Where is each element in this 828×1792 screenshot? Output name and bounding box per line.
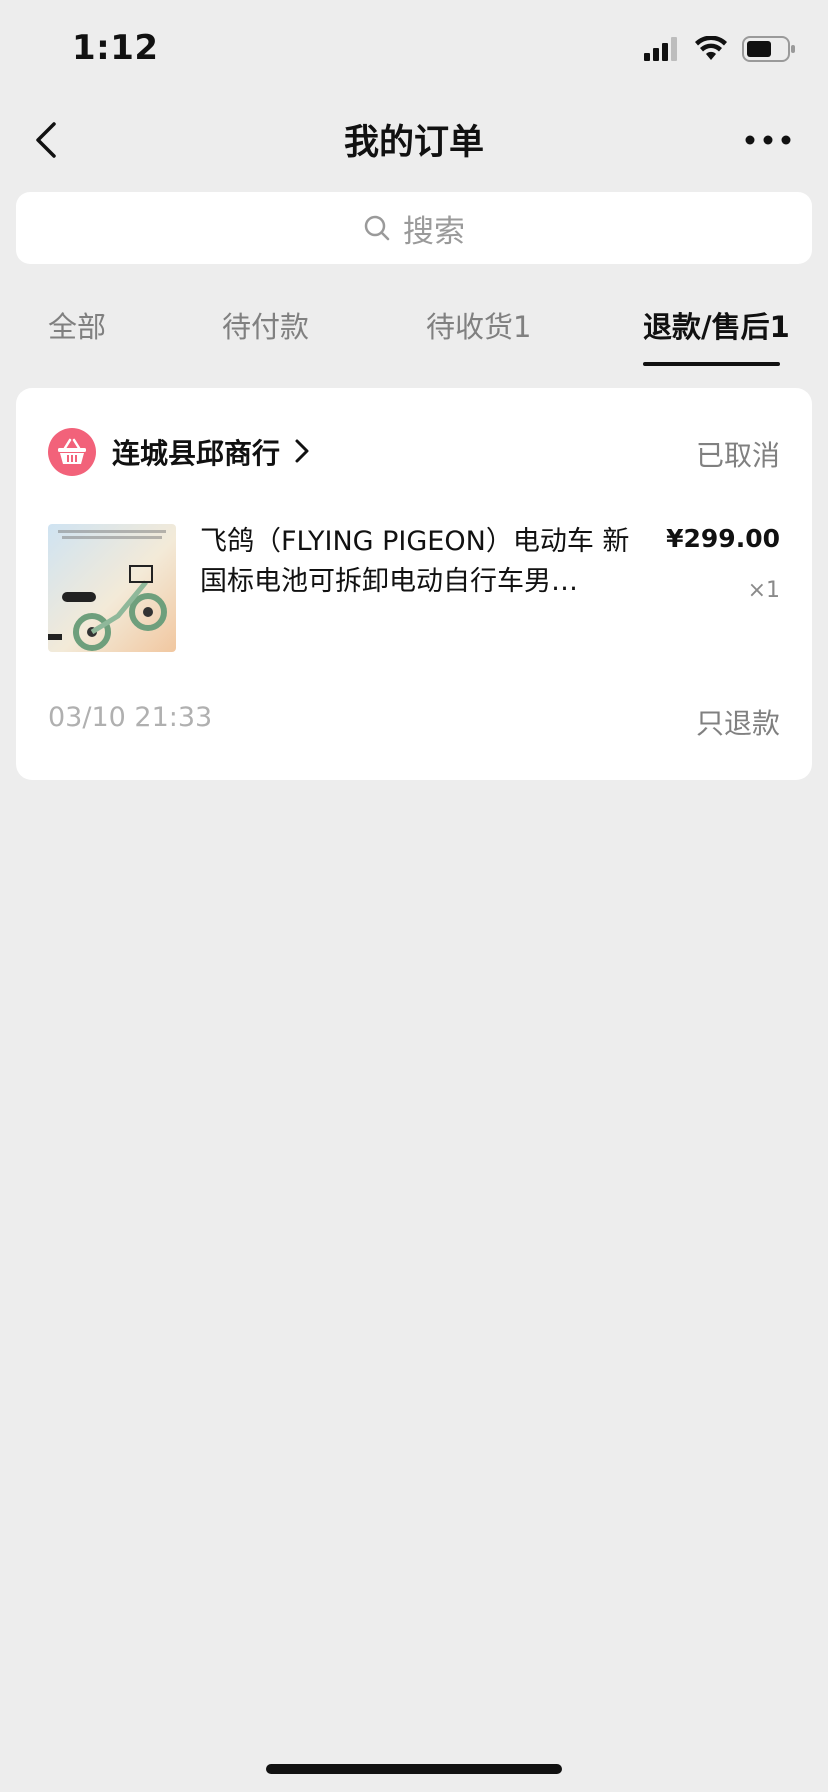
tab-refund-after-sales[interactable]: 退款/售后1 xyxy=(643,304,790,346)
order-time: 03/10 21:33 xyxy=(48,702,213,733)
product-quantity: ×1 xyxy=(747,578,780,603)
more-icon[interactable] xyxy=(740,126,796,154)
order-tabs: 全部 待付款 待收货1 退款/售后1 xyxy=(0,290,828,370)
home-indicator xyxy=(266,1764,562,1774)
status-time: 1:12 xyxy=(72,28,159,68)
refund-type: 只退款 xyxy=(695,707,780,740)
search-input[interactable]: 搜索 xyxy=(16,192,812,264)
navigation-bar: 我的订单 xyxy=(0,96,828,184)
status-icons xyxy=(644,36,796,62)
tab-all[interactable]: 全部 xyxy=(48,304,106,346)
wifi-icon xyxy=(695,36,727,60)
product-price: ¥299.00 xyxy=(666,524,780,553)
shop-basket-icon xyxy=(48,428,96,476)
tab-pending-payment[interactable]: 待付款 xyxy=(222,304,309,346)
search-placeholder: 搜索 xyxy=(403,213,465,250)
chevron-right-icon[interactable] xyxy=(294,438,310,464)
shop-name[interactable]: 连城县邱商行 xyxy=(112,432,280,472)
search-icon xyxy=(364,215,390,241)
tab-active-indicator xyxy=(643,362,780,366)
status-bar: 1:12 xyxy=(0,0,828,96)
product-image[interactable] xyxy=(48,524,176,652)
tab-pending-delivery[interactable]: 待收货1 xyxy=(426,304,531,346)
product-title[interactable]: 飞鸽（FLYING PIGEON）电动车 新国标电池可拆卸电动自行车男… xyxy=(200,522,640,602)
order-card[interactable]: 连城县邱商行 已取消 飞鸽（FLYING PIGEON）电动车 新国标电池可拆卸… xyxy=(16,388,812,780)
signal-icon xyxy=(644,37,677,61)
order-status: 已取消 xyxy=(695,439,780,472)
page-title: 我的订单 xyxy=(343,123,484,163)
battery-icon xyxy=(742,36,795,62)
